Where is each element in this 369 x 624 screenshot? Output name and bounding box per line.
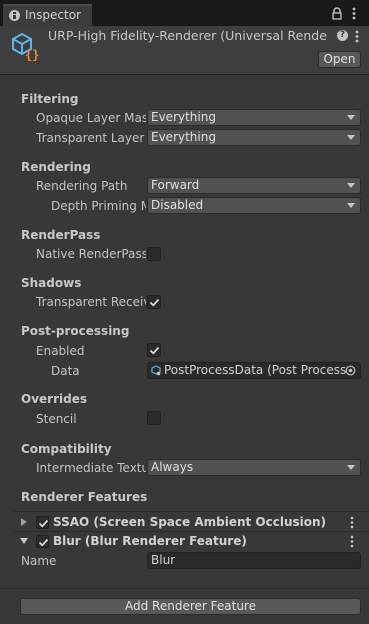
check-icon bbox=[149, 298, 160, 307]
transparent-layer-mask-dropdown[interactable]: Everything bbox=[147, 129, 361, 146]
section-post-processing: Post-processing bbox=[21, 324, 130, 338]
intermediate-texture-label: Intermediate Texture bbox=[36, 461, 146, 475]
intermediate-texture-dropdown[interactable]: Always bbox=[147, 459, 361, 476]
ssao-feature-label: SSAO (Screen Space Ambient Occlusion) bbox=[53, 515, 327, 529]
native-renderpass-checkbox[interactable] bbox=[147, 247, 161, 261]
depth-priming-mode-label: Depth Priming Mode bbox=[51, 199, 146, 213]
opaque-layer-mask-value: Everything bbox=[151, 110, 216, 124]
info-icon bbox=[9, 10, 20, 21]
rendering-path-dropdown[interactable]: Forward bbox=[147, 177, 361, 194]
menu-icon[interactable] bbox=[352, 7, 356, 20]
renderer-feature-blur[interactable]: Blur (Blur Renderer Feature) bbox=[14, 532, 369, 550]
transparent-layer-mask-value: Everything bbox=[151, 130, 216, 144]
section-renderer-features: Renderer Features bbox=[21, 490, 148, 504]
section-shadows: Shadows bbox=[21, 276, 82, 290]
divider bbox=[14, 511, 369, 512]
post-processing-data-field[interactable]: PostProcessData (Post Process bbox=[147, 362, 361, 379]
transparent-receive-shadows-checkbox[interactable] bbox=[147, 295, 161, 309]
chevron-down-icon bbox=[347, 203, 355, 208]
blur-name-field[interactable]: Blur bbox=[147, 552, 361, 569]
check-icon bbox=[149, 346, 160, 355]
post-processing-data-value: PostProcessData (Post Process bbox=[164, 363, 347, 377]
asset-icon bbox=[151, 365, 161, 376]
blur-enabled-checkbox[interactable] bbox=[36, 535, 49, 548]
add-renderer-feature-button[interactable]: Add Renderer Feature bbox=[20, 598, 361, 615]
transparent-layer-mask-label: Transparent Layer Mask bbox=[36, 131, 146, 145]
stencil-label: Stencil bbox=[36, 412, 77, 426]
foldout-arrow-icon[interactable] bbox=[20, 538, 28, 544]
renderer-feature-ssao[interactable]: SSAO (Screen Space Ambient Occlusion) bbox=[14, 513, 369, 531]
check-icon bbox=[38, 538, 49, 547]
settings-icon[interactable] bbox=[354, 30, 360, 43]
chevron-down-icon bbox=[347, 465, 355, 470]
post-processing-data-label: Data bbox=[51, 364, 80, 378]
asset-title: URP-High Fidelity-Renderer (Universal Re… bbox=[48, 28, 327, 43]
rendering-path-value: Forward bbox=[151, 178, 200, 192]
tab-title: Inspector bbox=[25, 8, 81, 22]
post-processing-enabled-checkbox[interactable] bbox=[147, 343, 161, 357]
section-filtering: Filtering bbox=[21, 92, 79, 106]
object-picker-icon[interactable] bbox=[345, 365, 356, 376]
kebab-icon[interactable] bbox=[350, 516, 354, 529]
post-processing-enabled-label: Enabled bbox=[36, 344, 85, 358]
svg-text:{}: {} bbox=[25, 48, 39, 61]
ssao-enabled-checkbox[interactable] bbox=[36, 516, 49, 529]
chevron-down-icon bbox=[347, 135, 355, 140]
open-button[interactable]: Open bbox=[318, 51, 361, 68]
divider bbox=[0, 588, 369, 589]
stencil-checkbox[interactable] bbox=[147, 411, 161, 425]
depth-priming-mode-value: Disabled bbox=[151, 198, 204, 212]
asset-icon: {} bbox=[10, 31, 40, 62]
rendering-path-label: Rendering Path bbox=[36, 179, 128, 193]
section-renderpass: RenderPass bbox=[21, 228, 101, 242]
transparent-receive-shadows-label: Transparent Receive Shadows bbox=[36, 295, 146, 309]
depth-priming-mode-dropdown[interactable]: Disabled bbox=[147, 197, 361, 214]
section-rendering: Rendering bbox=[21, 160, 91, 174]
inspector-tab[interactable]: Inspector bbox=[3, 4, 92, 26]
blur-name-value: Blur bbox=[151, 553, 176, 567]
chevron-down-icon bbox=[347, 183, 355, 188]
native-renderpass-label: Native RenderPass bbox=[36, 247, 146, 261]
chevron-down-icon bbox=[347, 115, 355, 120]
section-overrides: Overrides bbox=[21, 392, 87, 406]
foldout-arrow-icon[interactable] bbox=[21, 518, 27, 526]
blur-name-label: Name bbox=[21, 554, 57, 568]
section-compatibility: Compatibility bbox=[21, 442, 112, 456]
blur-feature-label: Blur (Blur Renderer Feature) bbox=[53, 534, 247, 548]
help-icon[interactable]: ? bbox=[337, 30, 348, 41]
opaque-layer-mask-label: Opaque Layer Mask bbox=[36, 111, 146, 125]
lock-icon[interactable] bbox=[331, 7, 343, 20]
intermediate-texture-value: Always bbox=[151, 460, 194, 474]
opaque-layer-mask-dropdown[interactable]: Everything bbox=[147, 109, 361, 126]
kebab-icon[interactable] bbox=[350, 535, 354, 548]
check-icon bbox=[38, 519, 49, 528]
